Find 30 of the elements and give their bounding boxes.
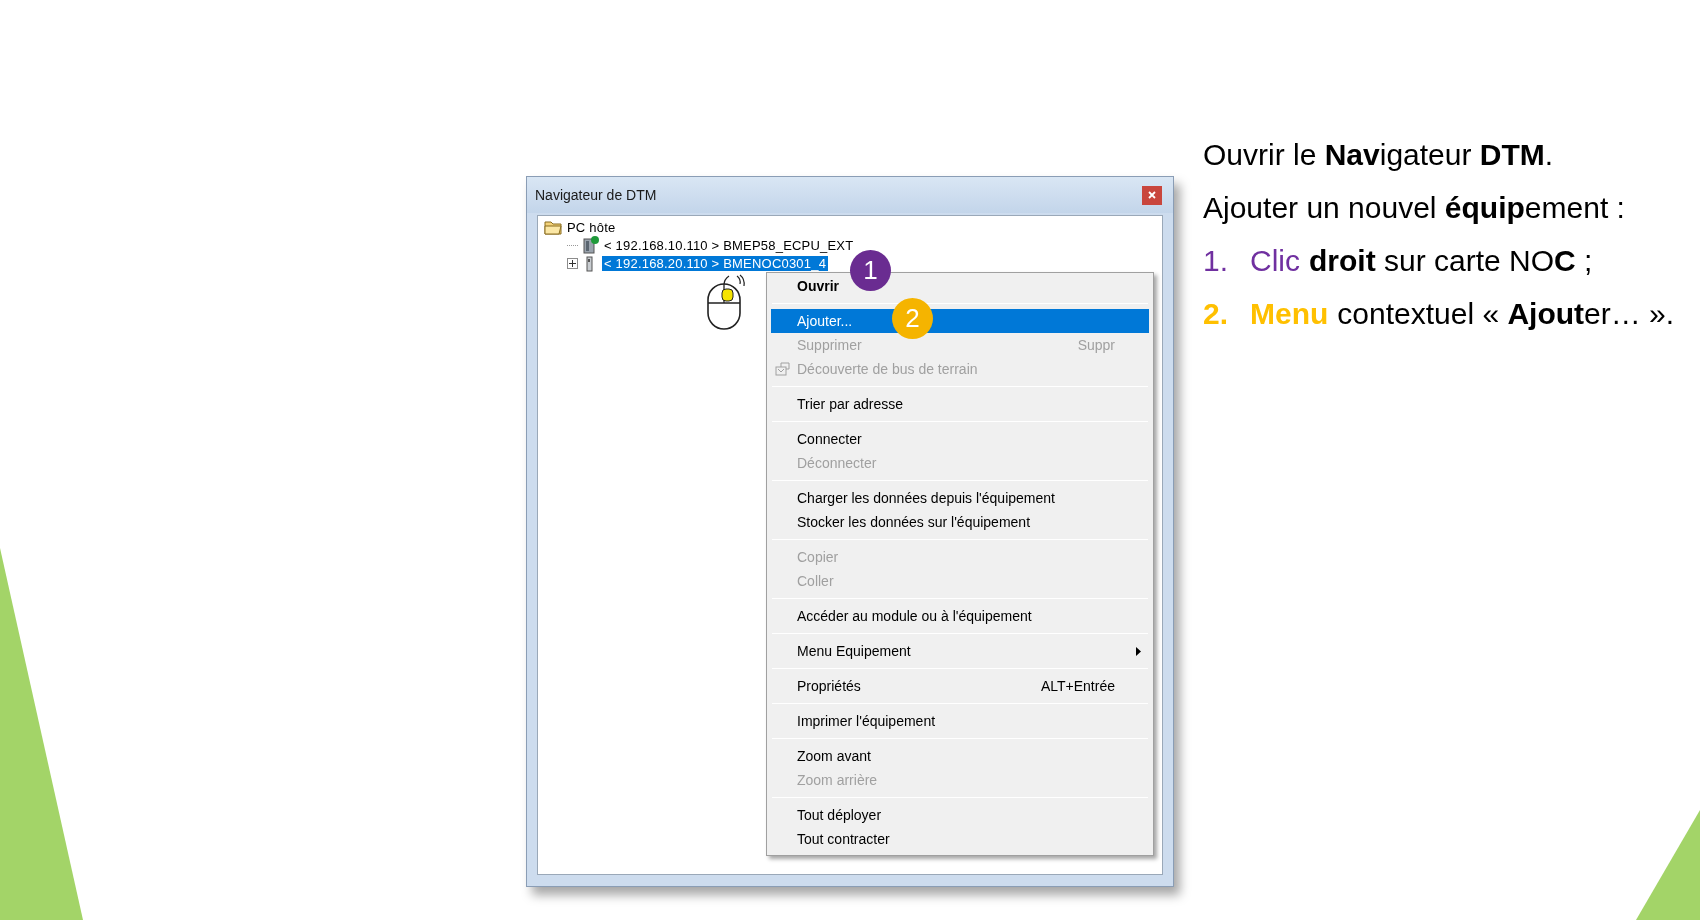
menu-item[interactable]: Charger les données depuis l'équipement bbox=[771, 486, 1149, 510]
menu-item[interactable]: Stocker les données sur l'équipement bbox=[771, 510, 1149, 534]
step-text: droit sur carte NOC ; bbox=[1309, 244, 1593, 278]
step-keyword: Clic bbox=[1250, 244, 1300, 278]
menu-item[interactable]: Trier par adresse bbox=[771, 392, 1149, 416]
step-text: contextuel « Ajouter… ». bbox=[1337, 297, 1675, 331]
tree-item[interactable]: < 192.168.10.110 > BMEP58_ECPU_EXT bbox=[602, 237, 856, 253]
menu-item[interactable]: Accéder au module ou à l'équipement bbox=[771, 604, 1149, 628]
expander-icon[interactable] bbox=[567, 257, 578, 269]
tree-item[interactable]: PC hôte bbox=[565, 219, 618, 235]
step-keyword: Menu bbox=[1250, 297, 1329, 331]
close-button[interactable] bbox=[1142, 185, 1162, 205]
step-number: 2. bbox=[1203, 297, 1230, 331]
mouse-icon bbox=[704, 274, 746, 330]
window-title: Navigateur de DTM bbox=[535, 185, 657, 205]
menu-item[interactable]: Connecter bbox=[771, 427, 1149, 451]
menu-item[interactable]: Tout contracter bbox=[771, 827, 1149, 851]
instruction-text: Ouvrir le Navigateur DTM. bbox=[1203, 138, 1555, 172]
tree-item[interactable]: < 192.168.20.110 > BMENOC0301_4 bbox=[602, 255, 829, 271]
menu-item[interactable]: Menu Equipement bbox=[771, 639, 1149, 663]
menu-item[interactable]: Imprimer l'équipement bbox=[771, 709, 1149, 733]
close-icon bbox=[1148, 191, 1156, 199]
menu-item[interactable]: Tout déployer bbox=[771, 803, 1149, 827]
instruction-text: Ajouter un nouvel équipement : bbox=[1203, 191, 1626, 225]
controller-icon bbox=[581, 236, 599, 254]
menu-item[interactable]: Zoom avant bbox=[771, 744, 1149, 768]
step-number: 1. bbox=[1203, 244, 1230, 278]
menu-item[interactable]: Propriétés ALT+Entrée bbox=[771, 674, 1149, 698]
network-icon bbox=[775, 362, 791, 376]
folder-icon bbox=[544, 218, 562, 236]
